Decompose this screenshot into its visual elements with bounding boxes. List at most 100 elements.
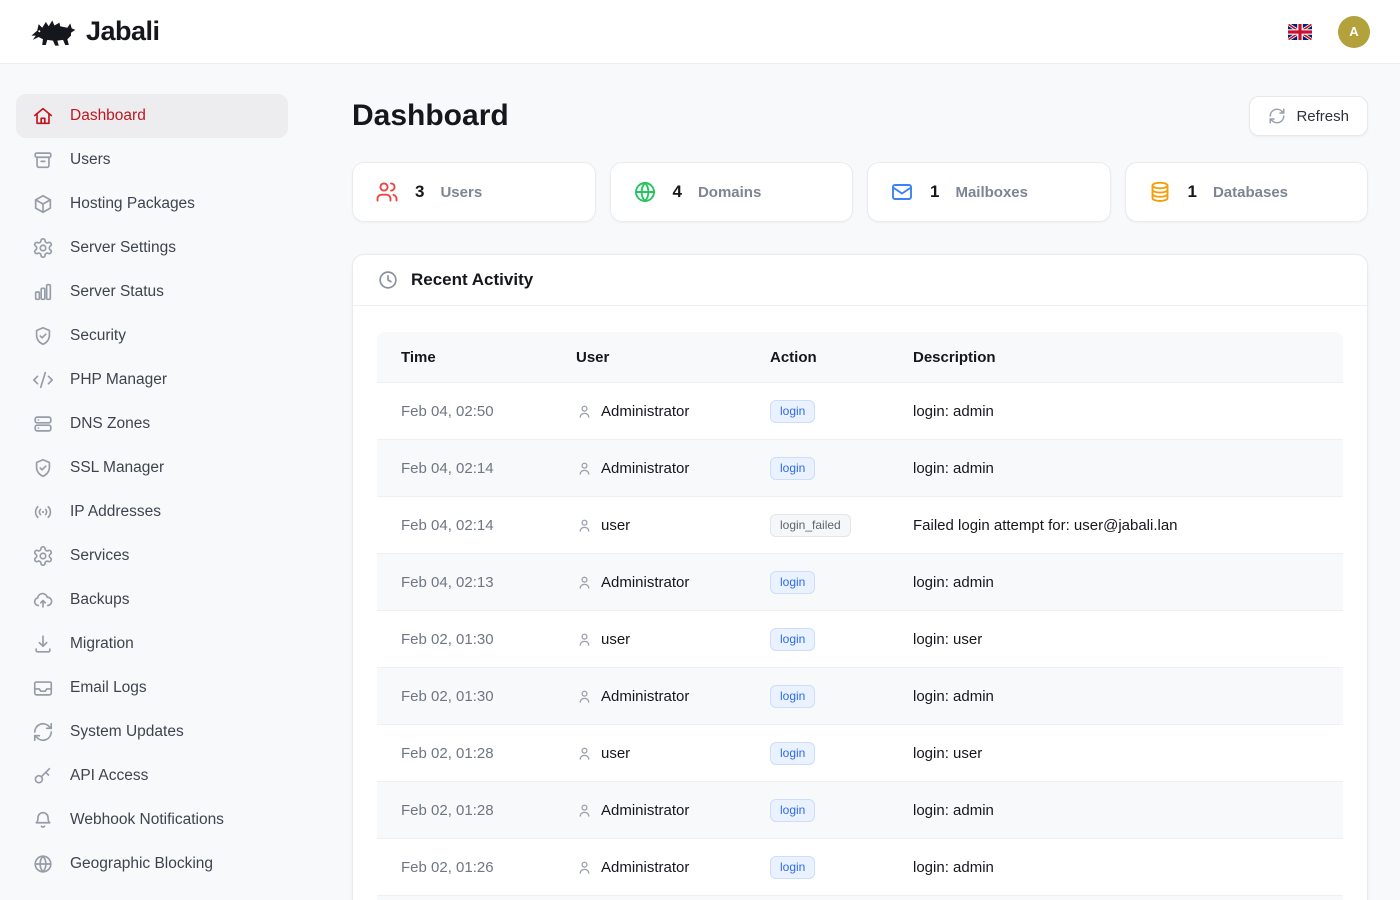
sidebar: Dashboard Users Hosting Packages Server … bbox=[0, 64, 304, 900]
action-badge: login bbox=[770, 856, 815, 879]
person-icon bbox=[576, 517, 593, 534]
action-badge: login bbox=[770, 628, 815, 651]
sidebar-item-webhook-notifications[interactable]: Webhook Notifications bbox=[16, 798, 288, 842]
user-avatar[interactable]: A bbox=[1338, 16, 1370, 48]
page-title: Dashboard bbox=[352, 99, 509, 133]
stat-card-domains[interactable]: 4 Domains bbox=[610, 162, 854, 222]
stat-cards: 3 Users 4 Domains 1 Mailboxes 1 Database… bbox=[352, 162, 1368, 222]
person-icon bbox=[576, 403, 593, 420]
stat-value: 1 bbox=[930, 182, 939, 202]
table-row: Feb 04, 02:14 user login_failed Failed l… bbox=[377, 496, 1343, 553]
refresh-icon bbox=[1268, 107, 1286, 125]
column-header-description: Description bbox=[913, 332, 1343, 382]
uk-flag-icon[interactable] bbox=[1288, 24, 1312, 40]
shield-check-icon bbox=[32, 457, 54, 479]
home-icon bbox=[32, 105, 54, 127]
stat-value: 1 bbox=[1188, 182, 1197, 202]
clock-icon bbox=[377, 269, 399, 291]
table-row: Feb 04, 02:13 Administrator login login:… bbox=[377, 553, 1343, 610]
stat-card-mailboxes[interactable]: 1 Mailboxes bbox=[867, 162, 1111, 222]
sidebar-item-dashboard[interactable]: Dashboard bbox=[16, 94, 288, 138]
person-icon bbox=[576, 802, 593, 819]
sidebar-item-geographic-blocking[interactable]: Geographic Blocking bbox=[16, 842, 288, 886]
sidebar-item-php-manager[interactable]: PHP Manager bbox=[16, 358, 288, 402]
table-row: Feb 02, 01:30 user login login: user bbox=[377, 610, 1343, 667]
package-icon bbox=[32, 193, 54, 215]
top-bar: Jabali A bbox=[0, 0, 1400, 64]
refresh-icon bbox=[32, 721, 54, 743]
archive-icon bbox=[32, 149, 54, 171]
table-row: Feb 04, 02:50 Administrator login login:… bbox=[377, 382, 1343, 439]
action-badge: login bbox=[770, 457, 815, 480]
sidebar-item-server-settings[interactable]: Server Settings bbox=[16, 226, 288, 270]
sidebar-item-api-access[interactable]: API Access bbox=[16, 754, 288, 798]
bar-chart-icon bbox=[32, 281, 54, 303]
stat-value: 4 bbox=[673, 182, 682, 202]
action-badge: login_failed bbox=[770, 514, 851, 537]
sidebar-item-migration[interactable]: Migration bbox=[16, 622, 288, 666]
stat-label: Domains bbox=[698, 184, 761, 201]
action-badge: login bbox=[770, 685, 815, 708]
bell-icon bbox=[32, 809, 54, 831]
action-badge: login bbox=[770, 571, 815, 594]
sidebar-item-services[interactable]: Services bbox=[16, 534, 288, 578]
boar-logo-icon bbox=[30, 16, 76, 48]
sidebar-item-email-logs[interactable]: Email Logs bbox=[16, 666, 288, 710]
gear-icon bbox=[32, 545, 54, 567]
person-icon bbox=[576, 745, 593, 762]
stat-label: Databases bbox=[1213, 184, 1288, 201]
table-row: Feb 02, 01:28 user login login: user bbox=[377, 724, 1343, 781]
person-icon bbox=[576, 574, 593, 591]
key-icon bbox=[32, 765, 54, 787]
sidebar-item-server-status[interactable]: Server Status bbox=[16, 270, 288, 314]
stat-card-databases[interactable]: 1 Databases bbox=[1125, 162, 1369, 222]
brand-name: Jabali bbox=[86, 16, 160, 47]
table-row-partial bbox=[377, 895, 1343, 900]
broadcast-icon bbox=[32, 501, 54, 523]
code-icon bbox=[32, 369, 54, 391]
table-row: Feb 04, 02:14 Administrator login login:… bbox=[377, 439, 1343, 496]
cloud-upload-icon bbox=[32, 589, 54, 611]
globe-icon bbox=[633, 180, 657, 204]
sidebar-item-dns-zones[interactable]: DNS Zones bbox=[16, 402, 288, 446]
sidebar-item-backups[interactable]: Backups bbox=[16, 578, 288, 622]
sidebar-item-hosting-packages[interactable]: Hosting Packages bbox=[16, 182, 288, 226]
download-icon bbox=[32, 633, 54, 655]
action-badge: login bbox=[770, 799, 815, 822]
column-header-time: Time bbox=[377, 332, 576, 382]
sidebar-item-ip-addresses[interactable]: IP Addresses bbox=[16, 490, 288, 534]
users-icon bbox=[375, 180, 399, 204]
sidebar-item-ssl-manager[interactable]: SSL Manager bbox=[16, 446, 288, 490]
table-row: Feb 02, 01:26 Administrator login login:… bbox=[377, 838, 1343, 895]
action-badge: login bbox=[770, 400, 815, 423]
person-icon bbox=[576, 631, 593, 648]
stat-label: Users bbox=[440, 184, 482, 201]
activity-table: Time User Action Description Feb 04, 02:… bbox=[377, 332, 1343, 900]
table-row: Feb 02, 01:30 Administrator login login:… bbox=[377, 667, 1343, 724]
main-content: Dashboard Refresh 3 Users 4 Domains 1 Ma… bbox=[304, 64, 1400, 900]
section-title: Recent Activity bbox=[411, 270, 533, 290]
table-header-row: Time User Action Description bbox=[377, 332, 1343, 382]
sidebar-item-users[interactable]: Users bbox=[16, 138, 288, 182]
stat-value: 3 bbox=[415, 182, 424, 202]
column-header-user: User bbox=[576, 332, 770, 382]
stat-card-users[interactable]: 3 Users bbox=[352, 162, 596, 222]
sidebar-item-system-updates[interactable]: System Updates bbox=[16, 710, 288, 754]
brand[interactable]: Jabali bbox=[30, 16, 160, 48]
mail-icon bbox=[890, 180, 914, 204]
sidebar-item-security[interactable]: Security bbox=[16, 314, 288, 358]
person-icon bbox=[576, 460, 593, 477]
gear-icon bbox=[32, 237, 54, 259]
action-badge: login bbox=[770, 742, 815, 765]
table-row: Feb 02, 01:28 Administrator login login:… bbox=[377, 781, 1343, 838]
person-icon bbox=[576, 859, 593, 876]
recent-activity-card: Recent Activity Time User Action Descrip… bbox=[352, 254, 1368, 900]
database-icon bbox=[1148, 180, 1172, 204]
server-icon bbox=[32, 413, 54, 435]
refresh-button[interactable]: Refresh bbox=[1249, 96, 1368, 136]
shield-check-icon bbox=[32, 325, 54, 347]
globe-icon bbox=[32, 853, 54, 875]
inbox-icon bbox=[32, 677, 54, 699]
column-header-action: Action bbox=[770, 332, 913, 382]
person-icon bbox=[576, 688, 593, 705]
